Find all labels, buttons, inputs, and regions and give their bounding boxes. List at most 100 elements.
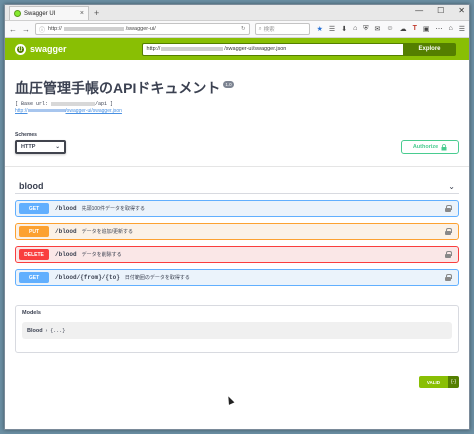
- schemes-select[interactable]: HTTP ⌄: [15, 140, 66, 154]
- schemes-row: Schemes HTTP ⌄ Authorize: [15, 132, 459, 154]
- swagger-logo-text: swagger: [30, 44, 67, 54]
- swagger-logo[interactable]: {} swagger: [15, 43, 67, 55]
- cloud-icon[interactable]: ☁: [400, 25, 407, 33]
- navigation-bar: ← → ⓘ http:// /swagger-ui/ ↻ ⌕ 検索 ★ ☰ ⬇ …: [5, 21, 469, 38]
- menu-icon[interactable]: ☰: [459, 25, 465, 33]
- search-placeholder: 検索: [263, 27, 275, 33]
- model-blood[interactable]: Blood › {...}: [22, 322, 452, 339]
- bookmark-star-icon[interactable]: ★: [317, 25, 323, 33]
- address-bar[interactable]: ⓘ http:// /swagger-ui/ ↻: [35, 23, 250, 35]
- base-url-suffix: /api ]: [95, 101, 114, 107]
- back-button[interactable]: ←: [9, 25, 17, 34]
- lock-icon[interactable]: [445, 274, 452, 281]
- spec-url-input[interactable]: http:// /swagger-ui/swagger.json: [141, 42, 404, 56]
- lock-icon[interactable]: [445, 251, 452, 258]
- operation-summary: データを削除する: [81, 252, 122, 258]
- site-info-icon[interactable]: ⓘ: [39, 25, 45, 34]
- operation-get-blood-range[interactable]: GET /blood/{from}/{to} 日付範囲のデータを取得する: [15, 269, 459, 286]
- text-extension-icon[interactable]: T: [413, 25, 417, 33]
- maximize-button[interactable]: ☐: [437, 6, 444, 15]
- schemes-group: Schemes HTTP ⌄: [15, 132, 66, 154]
- method-badge: GET: [19, 203, 49, 214]
- operation-put-blood[interactable]: PUT /blood データを追加/更新する: [15, 223, 459, 240]
- tab-title: Swagger UI: [24, 10, 56, 17]
- search-icon: ⌕: [258, 25, 262, 32]
- spec-link[interactable]: http:// /swagger-ui/swagger.json: [15, 108, 459, 114]
- redacted-host: [27, 109, 66, 113]
- url-prefix: http://: [48, 26, 62, 32]
- download-icon[interactable]: ⬇: [341, 25, 347, 33]
- tab-swagger-ui[interactable]: Swagger UI ×: [9, 6, 89, 20]
- home-icon[interactable]: ⌂: [353, 25, 357, 33]
- operation-delete-blood[interactable]: DELETE /blood データを削除する: [15, 246, 459, 263]
- swagger-topbar: {} swagger http:// /swagger-ui/swagger.j…: [5, 38, 469, 60]
- method-badge: PUT: [19, 226, 49, 237]
- authorize-button[interactable]: Authorize: [401, 140, 459, 154]
- chevron-down-icon[interactable]: ⌄: [448, 182, 455, 191]
- redacted-host: [51, 101, 96, 106]
- validator-row: VALID {-}: [15, 376, 459, 388]
- schemes-selected: HTTP: [21, 144, 36, 150]
- redacted-host: [161, 47, 224, 51]
- more-icon[interactable]: ⋯: [435, 25, 442, 33]
- operation-path: /blood/{from}/{to}: [55, 274, 120, 281]
- forward-button[interactable]: →: [22, 25, 30, 34]
- operation-path: /blood: [55, 205, 77, 212]
- search-input[interactable]: ⌕ 検索: [254, 23, 310, 35]
- method-badge: GET: [19, 272, 49, 283]
- screenshot-icon[interactable]: ▣: [423, 25, 430, 33]
- swagger-logo-icon: {}: [15, 43, 26, 55]
- reader-icon[interactable]: ☰: [329, 25, 335, 33]
- spec-url-suffix: /swagger-ui/swagger.json: [224, 46, 287, 52]
- base-url: [ Base url: /api ]: [15, 101, 459, 107]
- tag-blood-header[interactable]: blood ⌄: [15, 179, 459, 194]
- window-controls: — ☐ ✕: [415, 6, 465, 15]
- mail-icon[interactable]: ✉: [375, 25, 381, 33]
- divider: [5, 166, 469, 167]
- version-badge: 1.0: [223, 80, 234, 88]
- home-icon-2[interactable]: ⌂: [448, 25, 452, 33]
- new-tab-button[interactable]: +: [94, 6, 99, 20]
- lock-icon: [441, 143, 447, 150]
- validator-label: VALID: [418, 376, 448, 388]
- swagger-content: 血圧管理手帳のAPIドキュメント 1.0 [ Base url: /api ] …: [5, 78, 469, 388]
- operation-summary: 先頭100件データを取得する: [81, 206, 145, 212]
- operation-path: /blood: [55, 251, 77, 258]
- spec-link-suffix: /swagger-ui/swagger.json: [65, 108, 122, 114]
- operation-summary: データを追加/更新する: [81, 229, 133, 235]
- page-title: 血圧管理手帳のAPIドキュメント: [15, 80, 221, 96]
- models-section: Models Blood › {...}: [15, 305, 459, 353]
- browser-window: Swagger UI × + — ☐ ✕ ← → ⓘ http:// /swag…: [4, 4, 470, 430]
- minimize-button[interactable]: —: [415, 6, 423, 15]
- url-suffix: /swagger-ui/: [125, 26, 156, 32]
- operation-path: /blood: [55, 228, 77, 235]
- lock-icon[interactable]: [445, 228, 452, 235]
- chevron-right-icon: ›: [45, 327, 48, 334]
- tab-bar: Swagger UI × + — ☐ ✕: [5, 5, 469, 21]
- close-window-button[interactable]: ✕: [458, 6, 465, 15]
- info-header: 血圧管理手帳のAPIドキュメント 1.0: [15, 78, 459, 98]
- reload-icon[interactable]: ↻: [241, 26, 246, 32]
- validator-badge[interactable]: VALID {-}: [418, 376, 459, 388]
- tag-name: blood: [19, 181, 44, 191]
- explore-button[interactable]: Explore: [403, 42, 456, 56]
- chevron-down-icon: ⌄: [55, 144, 60, 150]
- operation-summary: 日付範囲のデータを取得する: [124, 275, 190, 281]
- toolbar-icons: ★ ☰ ⬇ ⌂ ⛨ ✉ ☺ ☁ T ▣ ⋯ ⌂ ☰: [317, 25, 465, 33]
- model-name: Blood: [27, 327, 43, 334]
- model-braces: {...}: [50, 327, 66, 334]
- operation-get-blood[interactable]: GET /blood 先頭100件データを取得する: [15, 200, 459, 217]
- spec-link-prefix: http://: [15, 108, 28, 114]
- schemes-label: Schemes: [15, 132, 37, 138]
- lock-icon[interactable]: [445, 205, 452, 212]
- tab-close-icon[interactable]: ×: [80, 10, 84, 17]
- method-badge: DELETE: [19, 249, 49, 260]
- validator-icon: {-}: [447, 376, 459, 388]
- base-url-prefix: [ Base url:: [15, 101, 52, 107]
- shield-icon[interactable]: ⛨: [363, 25, 368, 33]
- models-title[interactable]: Models: [22, 310, 452, 316]
- smiley-icon[interactable]: ☺: [386, 25, 393, 33]
- swagger-favicon-icon: [14, 10, 21, 17]
- redacted-host: [63, 27, 124, 31]
- spec-url-prefix: http://: [146, 46, 161, 52]
